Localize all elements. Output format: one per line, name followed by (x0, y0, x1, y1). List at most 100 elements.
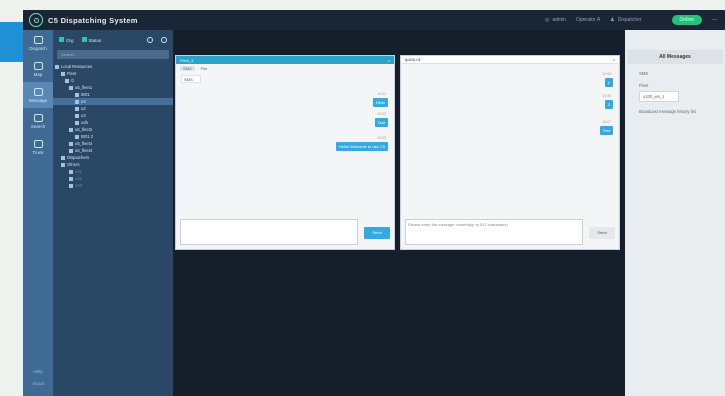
outgoing-message: 1 (604, 78, 613, 87)
trunk-icon (33, 139, 43, 148)
node-label: Dispatchers (67, 155, 90, 160)
tree-node[interactable]: Local Resources (53, 63, 173, 70)
message-category[interactable]: SMS (625, 64, 725, 76)
tree-node[interactable]: u5_fleet1 (53, 84, 173, 91)
message-icon (33, 87, 43, 96)
rail-item-message[interactable]: Message (23, 82, 53, 108)
tree-node[interactable]: u5_fleet3 (53, 140, 173, 147)
node-icon (55, 64, 59, 69)
chat-tabs: SMS File (176, 64, 394, 73)
message-category[interactable]: Broadcast message history list (625, 102, 725, 114)
tab-sms[interactable]: SMS (180, 66, 195, 71)
map-icon (33, 61, 43, 70)
message-time: 10:06 (602, 94, 611, 98)
logo-icon (29, 13, 43, 27)
status-badge: Online (671, 15, 702, 25)
close-icon[interactable]: × (613, 57, 615, 62)
chat-area: Fleet_4 × SMS File SMS 10:01 Hello 10:02… (173, 30, 625, 396)
user-operator[interactable]: Operator A (576, 17, 600, 23)
user-dispatcher[interactable]: ♟ Dispatcher (610, 17, 641, 23)
node-label: IB01 2 (81, 134, 94, 139)
node-label: u3 (81, 113, 86, 118)
message-input[interactable]: Please enter the message content(up to 5… (405, 219, 583, 245)
tree-node[interactable]: u2 (53, 105, 173, 112)
message-category[interactable]: u100_ws_1 (639, 91, 679, 102)
node-label: u5_fleet1 (75, 85, 93, 90)
rail-item-map[interactable]: Map (23, 56, 53, 82)
node-icon (69, 127, 73, 132)
node-icon (69, 148, 73, 153)
close-icon[interactable]: × (388, 58, 390, 63)
tree-node[interactable]: Others (53, 161, 173, 168)
tree-node[interactable]: IB01 (53, 91, 173, 98)
tree-node[interactable]: G (53, 77, 173, 84)
message-input[interactable] (180, 219, 358, 245)
tree-node[interactable]: u42 (53, 175, 173, 182)
message-category[interactable]: Fleet (625, 76, 725, 88)
send-button[interactable]: Send (589, 227, 615, 239)
help-link[interactable]: Help (23, 366, 53, 378)
node-icon (69, 169, 73, 174)
node-icon (69, 176, 73, 181)
node-label: u4b (81, 120, 88, 125)
tree-search-input[interactable]: Search... (57, 50, 169, 59)
node-label: u42 (75, 176, 82, 181)
node-icon (69, 141, 73, 146)
app-window: C5 Dispatching System ◎ admin Operator A … (23, 10, 725, 396)
status-icon (81, 37, 87, 42)
chat-panel-ip400: Ip400-01 × 10:05 1 10:06 2 10:07 Test Pl… (400, 55, 620, 250)
accent-block (0, 22, 23, 62)
tree-list: Local Resources Fleet Gu5_fleet1 IB01 u4 u2 u3… (53, 63, 173, 189)
node-icon (75, 113, 79, 118)
tree-node[interactable]: IB01 2 (53, 133, 173, 140)
user-admin[interactable]: ◎ admin (545, 17, 566, 23)
tree-node[interactable]: Dispatchers (53, 154, 173, 161)
node-label: u43 (75, 183, 82, 188)
rail-item-label: Map (33, 71, 43, 77)
rail-item-label: Message (28, 97, 48, 103)
rail-item-dispatch[interactable]: Dispatch (23, 30, 53, 56)
tree-node[interactable]: u41 (53, 168, 173, 175)
tree-node[interactable]: Fleet (53, 70, 173, 77)
node-label: u5_fleet3 (75, 141, 93, 146)
settings-icon[interactable] (161, 37, 167, 43)
about-link[interactable]: About (23, 378, 53, 390)
tree-node[interactable]: u5_fleet2 (53, 126, 173, 133)
minimize-button[interactable]: — (712, 17, 717, 23)
tree-node[interactable]: u5_fleet4 (53, 147, 173, 154)
tree-node[interactable]: u43 (53, 182, 173, 189)
rail-item-trunk[interactable]: Trunk (23, 134, 53, 160)
tree-node[interactable]: u4b (53, 119, 173, 126)
rail-item-search[interactable]: Search (23, 108, 53, 134)
search-icon (33, 113, 43, 122)
outgoing-message: Test (599, 126, 613, 135)
send-button[interactable]: Send (364, 227, 390, 239)
node-icon (75, 99, 79, 104)
dispatch-icon (33, 35, 43, 44)
app-title: C5 Dispatching System (48, 15, 138, 25)
topbar: C5 Dispatching System ◎ admin Operator A … (23, 10, 725, 30)
message-time: 10:02 (377, 112, 386, 116)
refresh-icon[interactable] (147, 37, 153, 43)
outgoing-message: 2 (604, 100, 613, 109)
outgoing-message: Hello! Welcome to use C5 (335, 142, 388, 151)
node-icon (61, 71, 65, 76)
tree-node[interactable]: u4 (53, 98, 173, 105)
message-time: 10:07 (602, 120, 611, 124)
message-time: 10:03 (377, 136, 386, 140)
tree-node[interactable]: u3 (53, 112, 173, 119)
message-time: 10:01 (377, 92, 386, 96)
node-icon (69, 183, 73, 188)
node-label: Local Resources (61, 64, 93, 69)
node-label: G (71, 78, 75, 83)
resource-tree-panel: Org Status Search... Local Resources Flee… (53, 30, 173, 396)
org-icon (59, 37, 64, 42)
status-button[interactable]: Status (81, 37, 101, 43)
incoming-message: SMS (181, 75, 201, 83)
node-icon (75, 106, 79, 111)
node-icon (69, 85, 73, 90)
tab-file[interactable]: File (201, 66, 207, 71)
org-button[interactable]: Org (59, 37, 74, 43)
node-icon (61, 162, 65, 167)
node-label: u4 (81, 99, 86, 104)
